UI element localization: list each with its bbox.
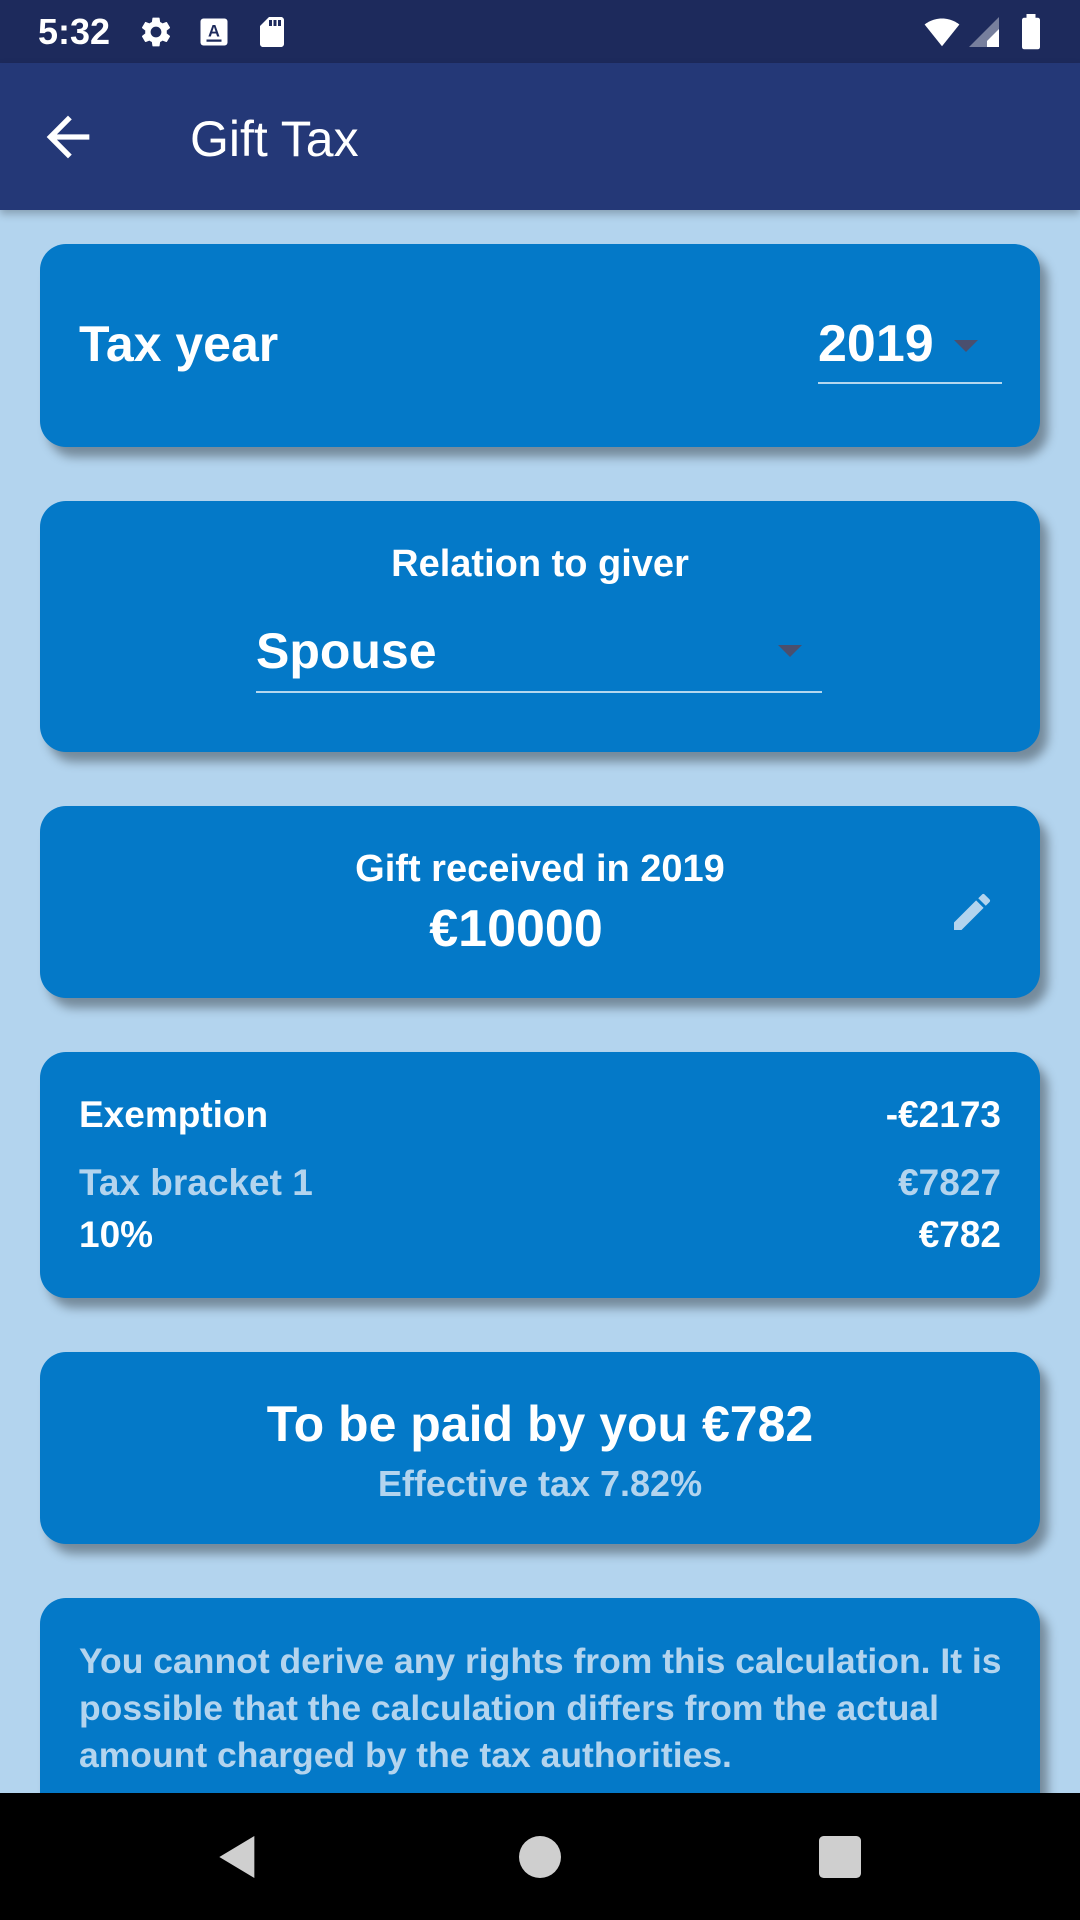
tax-year-label: Tax year bbox=[79, 316, 279, 372]
pencil-icon[interactable] bbox=[948, 888, 996, 936]
effective-tax: Effective tax 7.82% bbox=[377, 1463, 703, 1504]
relation-label: Relation to giver bbox=[391, 543, 689, 585]
battery-icon bbox=[1022, 14, 1040, 50]
status-bar: 5:32 A bbox=[0, 0, 1080, 63]
tax-year-value: 2019 bbox=[818, 315, 934, 373]
tax-rate-row: 10% €782 bbox=[79, 1212, 1001, 1258]
wifi-icon bbox=[924, 18, 960, 47]
back-triangle-icon[interactable] bbox=[210, 1829, 266, 1885]
gift-label: Gift received in 2019 bbox=[355, 848, 725, 890]
sd-card-icon bbox=[260, 17, 284, 47]
tax-rate-label: 10% bbox=[79, 1214, 154, 1255]
arrow-back-icon[interactable] bbox=[36, 105, 100, 169]
gift-card: Gift received in 2019 €10000 bbox=[40, 806, 1040, 998]
relation-dropdown[interactable]: Spouse bbox=[256, 613, 822, 693]
page-title: Gift Tax bbox=[190, 111, 359, 167]
total-to-pay: To be paid by you €782 bbox=[266, 1396, 814, 1452]
relation-value: Spouse bbox=[256, 623, 437, 679]
tax-year-dropdown[interactable]: 2019 bbox=[818, 312, 1002, 384]
signal-icon bbox=[969, 17, 999, 47]
svg-text:A: A bbox=[208, 23, 220, 41]
exemption-value: -€2173 bbox=[885, 1094, 1001, 1135]
tax-year-card: Tax year 2019 bbox=[40, 244, 1040, 447]
font-download-icon: A bbox=[200, 18, 228, 46]
dropdown-arrow-icon bbox=[778, 645, 802, 657]
total-card: To be paid by you €782 Effective tax 7.8… bbox=[40, 1352, 1040, 1544]
recents-square-icon[interactable] bbox=[812, 1829, 868, 1885]
exemption-label: Exemption bbox=[79, 1094, 269, 1135]
exemption-row: Exemption -€2173 bbox=[79, 1092, 1001, 1138]
tax-bracket-label: Tax bracket 1 bbox=[79, 1162, 313, 1203]
navigation-bar bbox=[0, 1793, 1080, 1920]
disclaimer-text: You cannot derive any rights from this c… bbox=[79, 1641, 1002, 1775]
tax-bracket-row: Tax bracket 1 €7827 bbox=[79, 1160, 1001, 1206]
dropdown-arrow-icon bbox=[954, 340, 978, 352]
gift-amount: €10000 bbox=[429, 900, 603, 958]
status-time: 5:32 bbox=[38, 11, 111, 52]
breakdown-card: Exemption -€2173 Tax bracket 1 €7827 10%… bbox=[40, 1052, 1040, 1298]
app-bar: Gift Tax bbox=[0, 63, 1080, 210]
tax-rate-value: €782 bbox=[918, 1214, 1001, 1255]
gear-icon bbox=[141, 17, 171, 47]
relation-card: Relation to giver Spouse bbox=[40, 501, 1040, 752]
tax-bracket-value: €7827 bbox=[898, 1162, 1001, 1203]
home-circle-icon[interactable] bbox=[512, 1829, 568, 1885]
